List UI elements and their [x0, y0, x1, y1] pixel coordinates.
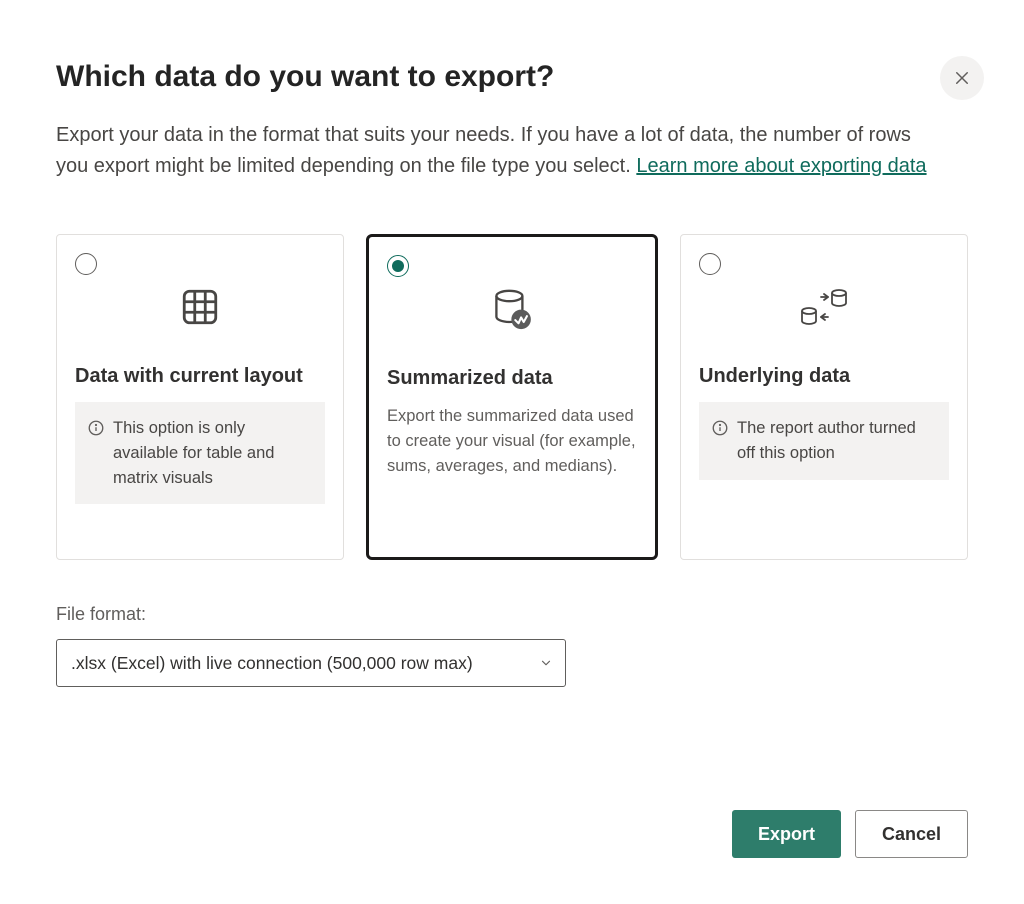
card-title-underlying: Underlying data [699, 365, 949, 388]
export-button[interactable]: Export [732, 810, 841, 858]
card-desc-summarized: Export the summarized data used to creat… [387, 404, 637, 478]
export-data-dialog: Which data do you want to export? Export… [0, 0, 1024, 904]
file-format-select[interactable]: .xlsx (Excel) with live connection (500,… [56, 639, 566, 687]
radio-summarized-data[interactable] [387, 255, 409, 277]
underlying-data-icon [699, 279, 949, 335]
card-warning-underlying: The report author turned off this option [699, 402, 949, 480]
card-warning-text-underlying: The report author turned off this option [737, 416, 937, 466]
info-icon [87, 419, 105, 437]
close-button[interactable] [940, 56, 984, 100]
card-data-current-layout[interactable]: Data with current layout This option is … [56, 234, 344, 560]
info-icon [711, 419, 729, 437]
dialog-title: Which data do you want to export? [56, 60, 968, 94]
file-format-label: File format: [56, 604, 968, 625]
chevron-down-icon [539, 656, 553, 670]
file-format-selected-text: .xlsx (Excel) with live connection (500,… [71, 653, 473, 674]
card-title-summarized: Summarized data [387, 367, 637, 390]
card-underlying-data[interactable]: Underlying data The report author turned… [680, 234, 968, 560]
dialog-description: Export your data in the format that suit… [56, 120, 936, 182]
card-summarized-data[interactable]: Summarized data Export the summarized da… [366, 234, 658, 560]
card-title-layout: Data with current layout [75, 365, 325, 388]
card-warning-layout: This option is only available for table … [75, 402, 325, 504]
card-warning-text-layout: This option is only available for table … [113, 416, 313, 490]
radio-underlying-data[interactable] [699, 253, 721, 275]
summarized-data-icon [387, 281, 637, 337]
table-grid-icon [75, 279, 325, 335]
close-icon [953, 69, 971, 87]
cancel-button[interactable]: Cancel [855, 810, 968, 858]
learn-more-link[interactable]: Learn more about exporting data [636, 155, 926, 177]
export-option-cards: Data with current layout This option is … [56, 234, 968, 560]
dialog-footer: Export Cancel [732, 810, 968, 858]
radio-data-current-layout[interactable] [75, 253, 97, 275]
